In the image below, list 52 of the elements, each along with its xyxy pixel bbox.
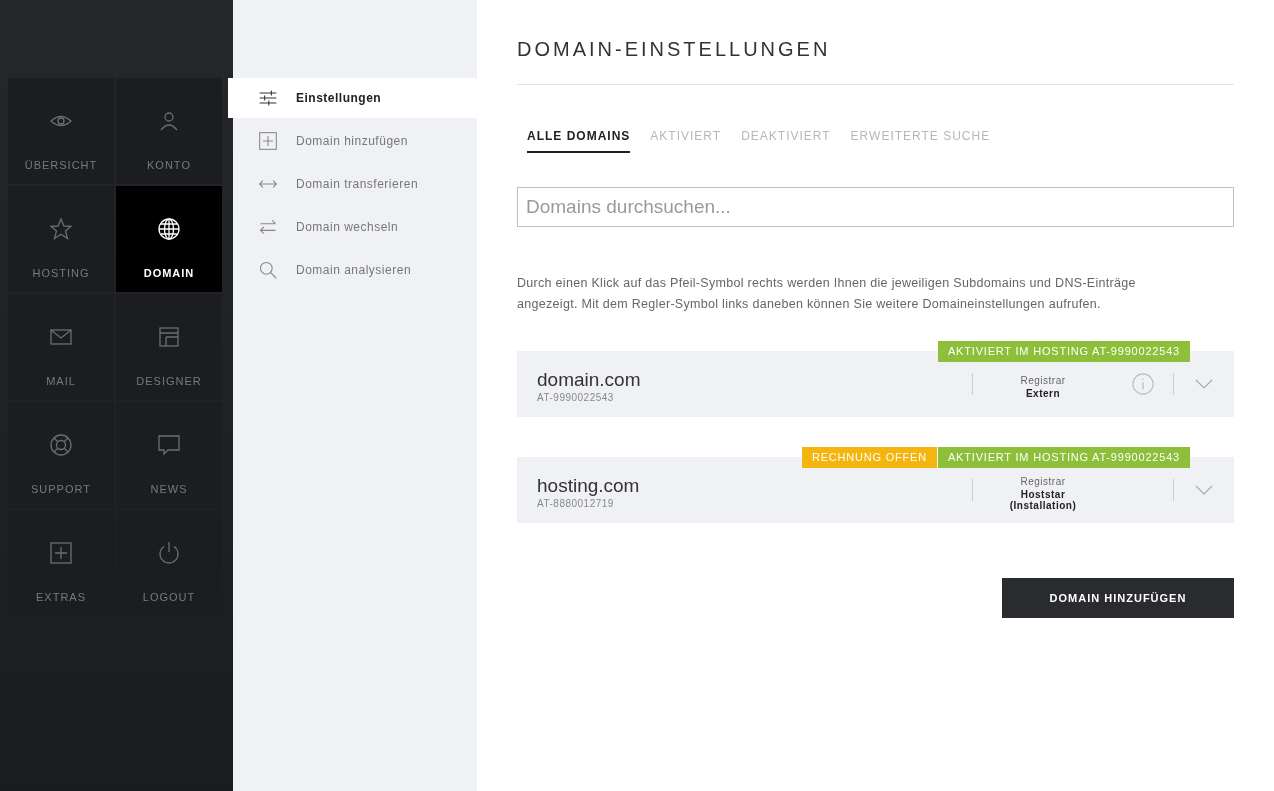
tile-label: EXTRAS (36, 590, 86, 605)
status-badge: RECHNUNG OFFEN (801, 447, 937, 468)
lifebuoy-icon (49, 433, 73, 457)
globe-icon (157, 217, 181, 241)
speech-bubble-icon (157, 433, 181, 457)
plus-box-icon (258, 131, 278, 151)
page-title: DOMAIN-EINSTELLUNGEN (517, 0, 1234, 85)
registrar-label: Registrar (1020, 374, 1066, 388)
plus-box-icon (49, 541, 73, 565)
nav-tile[interactable]: DESIGNER (116, 294, 222, 400)
add-domain-button[interactable]: DOMAIN HINZUFÜGEN (1002, 578, 1234, 618)
hint-text: Durch einen Klick auf das Pfeil-Symbol rechts werden Ihnen die jeweiligen Subdomains und DNS-Einträge angezeigt. Mit dem Regler-Symbol links daneben können Sie weitere Domaineinstellungen aufrufen. (517, 275, 1137, 313)
filter-tab[interactable]: ALLE DOMAINS (527, 127, 631, 153)
submenu-item[interactable]: Domain hinzufügen (233, 121, 477, 161)
status-badge: AKTIVIERT IM HOSTING AT-9990022543 (938, 341, 1190, 362)
tile-label: NEWS (150, 482, 188, 497)
filter-tab[interactable]: ERWEITERTE SUCHE (850, 127, 991, 153)
search-icon (258, 260, 278, 280)
domain-name: domain.com (537, 369, 642, 390)
tile-label: ÜBERSICHT (24, 158, 98, 173)
domain-name: hosting.com (537, 475, 641, 496)
nav-tile[interactable]: KONTO (116, 78, 222, 184)
submenu-item[interactable]: Domain wechseln (233, 207, 477, 247)
registrar-value: Extern (1025, 388, 1061, 399)
sliders-icon (258, 88, 278, 108)
tile-label: DOMAIN (143, 266, 195, 281)
submenu-item[interactable]: Domain analysieren (233, 250, 477, 290)
tile-label: DESIGNER (136, 374, 202, 389)
tile-label: SUPPORT (31, 482, 91, 497)
star-icon (49, 217, 73, 241)
tile-label: MAIL (46, 374, 76, 389)
domain-id: AT-9990022543 (537, 390, 615, 405)
registrar-value: Hoststar (Installation) (1009, 488, 1077, 511)
search-field[interactable]: Domains durchsuchen... (517, 187, 1234, 227)
filter-tab[interactable]: AKTIVIERT (650, 127, 722, 153)
submenu-item[interactable]: Domain transferieren (233, 164, 477, 204)
tile-label: HOSTING (32, 266, 90, 281)
status-badge: AKTIVIERT IM HOSTING AT-9990022543 (938, 447, 1190, 468)
domain-id: AT-8880012719 (537, 496, 615, 511)
layout-icon (157, 325, 181, 349)
nav-tile[interactable]: HOSTING (8, 186, 114, 292)
nav-tile[interactable]: ÜBERSICHT (8, 78, 114, 184)
registrar-label: Registrar (1020, 474, 1066, 489)
power-icon (157, 541, 181, 565)
filter-tab[interactable]: DEAKTIVIERT (741, 127, 831, 153)
submenu-item[interactable]: Einstellungen (228, 78, 477, 118)
swap-arrows-icon (258, 217, 278, 237)
tile-label: LOGOUT (142, 590, 196, 605)
nav-tile[interactable]: MAIL (8, 294, 114, 400)
info-icon[interactable] (1132, 373, 1154, 395)
nav-tile[interactable]: DOMAIN (116, 186, 222, 292)
tile-label: KONTO (147, 158, 191, 173)
